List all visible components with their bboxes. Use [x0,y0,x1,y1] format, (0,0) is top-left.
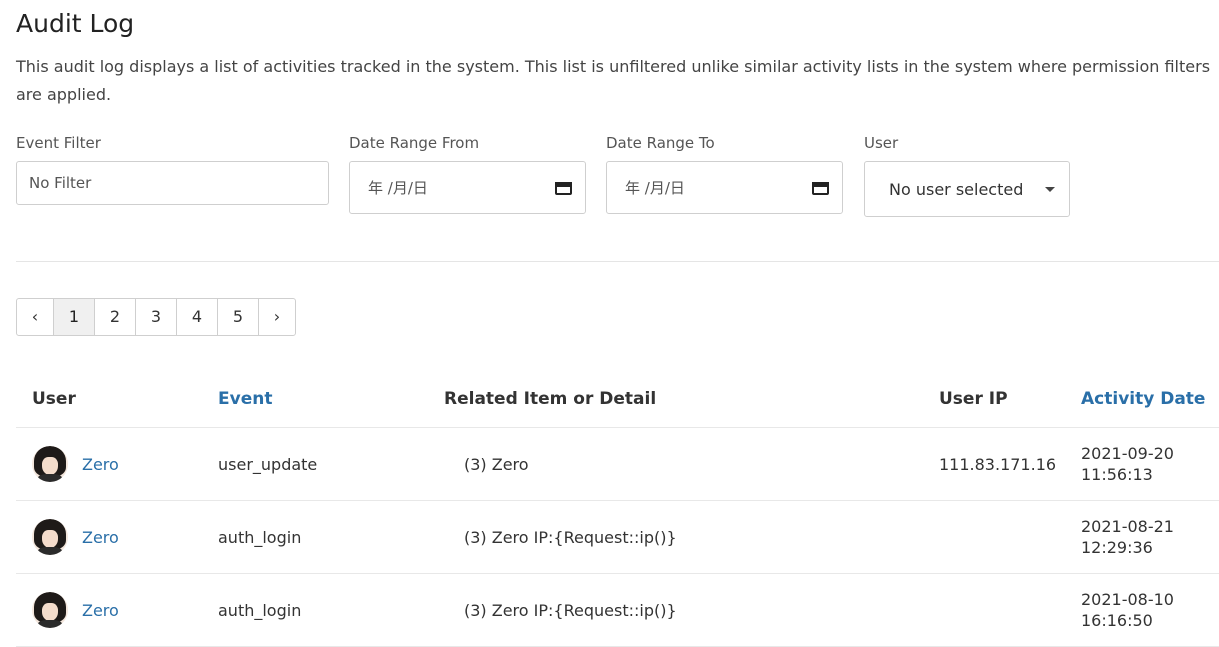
header-user-label: User [32,388,76,409]
table-row: Zero auth_login (3) Zero IP:{Request::ip… [16,500,1219,574]
audit-table: User Event Related Item or Detail User I… [16,370,1219,647]
time-value: 16:16:50 [1081,611,1153,630]
date-cell: 2021-08-21 12:29:36 [1081,516,1219,558]
detail-cell: (3) Zero IP:{Request::ip()} [464,600,677,620]
ip-cell: 111.83.171.16 [939,427,1081,501]
header-ip: User IP [939,370,1081,428]
date-from-label: Date Range From [349,134,480,152]
ip-cell [939,573,1081,647]
event-filter-value: No Filter [29,174,92,192]
avatar[interactable] [32,519,68,555]
pagination-next[interactable]: › [259,299,295,335]
caret-down-icon [1045,186,1055,192]
pagination-prev[interactable]: ‹ [17,299,54,335]
event-cell: user_update [218,427,444,501]
user-link[interactable]: Zero [82,601,119,620]
date-cell: 2021-09-20 11:56:13 [1081,443,1219,485]
time-value: 11:56:13 [1081,465,1153,484]
table-header-row: User Event Related Item or Detail User I… [16,370,1219,428]
page-description: This audit log displays a list of activi… [16,57,1211,104]
date-to-group: Date Range To 年 /月/日 [606,133,843,214]
user-cell: Zero [16,446,218,482]
user-link[interactable]: Zero [82,455,119,474]
calendar-icon[interactable] [812,180,829,196]
user-cell: Zero [16,519,218,555]
date-to-value: 年 /月/日 [625,179,685,197]
user-filter-label: User [864,134,899,152]
divider [16,261,1219,262]
date-to-label: Date Range To [606,134,715,152]
date-to-input[interactable]: 年 /月/日 [606,161,843,214]
user-link[interactable]: Zero [82,528,119,547]
pagination-page-2[interactable]: 2 [95,299,136,335]
pagination-page-3[interactable]: 3 [136,299,177,335]
table-row: Zero user_update (3) Zero 111.83.171.16 … [16,427,1219,501]
pagination-page-5[interactable]: 5 [218,299,259,335]
date-from-input[interactable]: 年 /月/日 [349,161,586,214]
event-cell: auth_login [218,573,444,647]
date-value: 2021-09-20 [1081,444,1174,463]
avatar[interactable] [32,446,68,482]
event-cell: auth_login [218,500,444,574]
event-filter-label: Event Filter [16,134,101,152]
date-from-value: 年 /月/日 [368,179,428,197]
date-cell: 2021-08-10 16:16:50 [1081,589,1219,631]
time-value: 12:29:36 [1081,538,1153,557]
event-filter-input[interactable]: No Filter [16,161,329,205]
pagination: ‹ 1 2 3 4 5 › [16,298,296,336]
user-filter-group: User No user selected [864,133,1070,217]
detail-cell: (3) Zero [464,454,529,474]
header-event[interactable]: Event [218,370,444,428]
calendar-icon[interactable] [555,180,572,196]
table-row: Zero auth_login (3) Zero IP:{Request::ip… [16,573,1219,647]
date-value: 2021-08-10 [1081,590,1174,609]
header-user: User [16,370,218,428]
date-from-group: Date Range From 年 /月/日 [349,133,586,214]
avatar[interactable] [32,592,68,628]
header-activity-date[interactable]: Activity Date [1081,370,1219,428]
user-select-value: No user selected [889,179,1024,199]
event-filter-group: Event Filter No Filter [16,133,329,205]
pagination-page-1[interactable]: 1 [54,299,95,335]
page-title: Audit Log [16,9,135,38]
detail-cell: (3) Zero IP:{Request::ip()} [464,527,677,547]
pagination-page-4[interactable]: 4 [177,299,218,335]
ip-cell [939,500,1081,574]
user-cell: Zero [16,592,218,628]
user-select[interactable]: No user selected [864,161,1070,217]
header-detail: Related Item or Detail [444,370,939,428]
date-value: 2021-08-21 [1081,517,1174,536]
filter-bar: Event Filter No Filter Date Range From 年… [16,133,1219,223]
